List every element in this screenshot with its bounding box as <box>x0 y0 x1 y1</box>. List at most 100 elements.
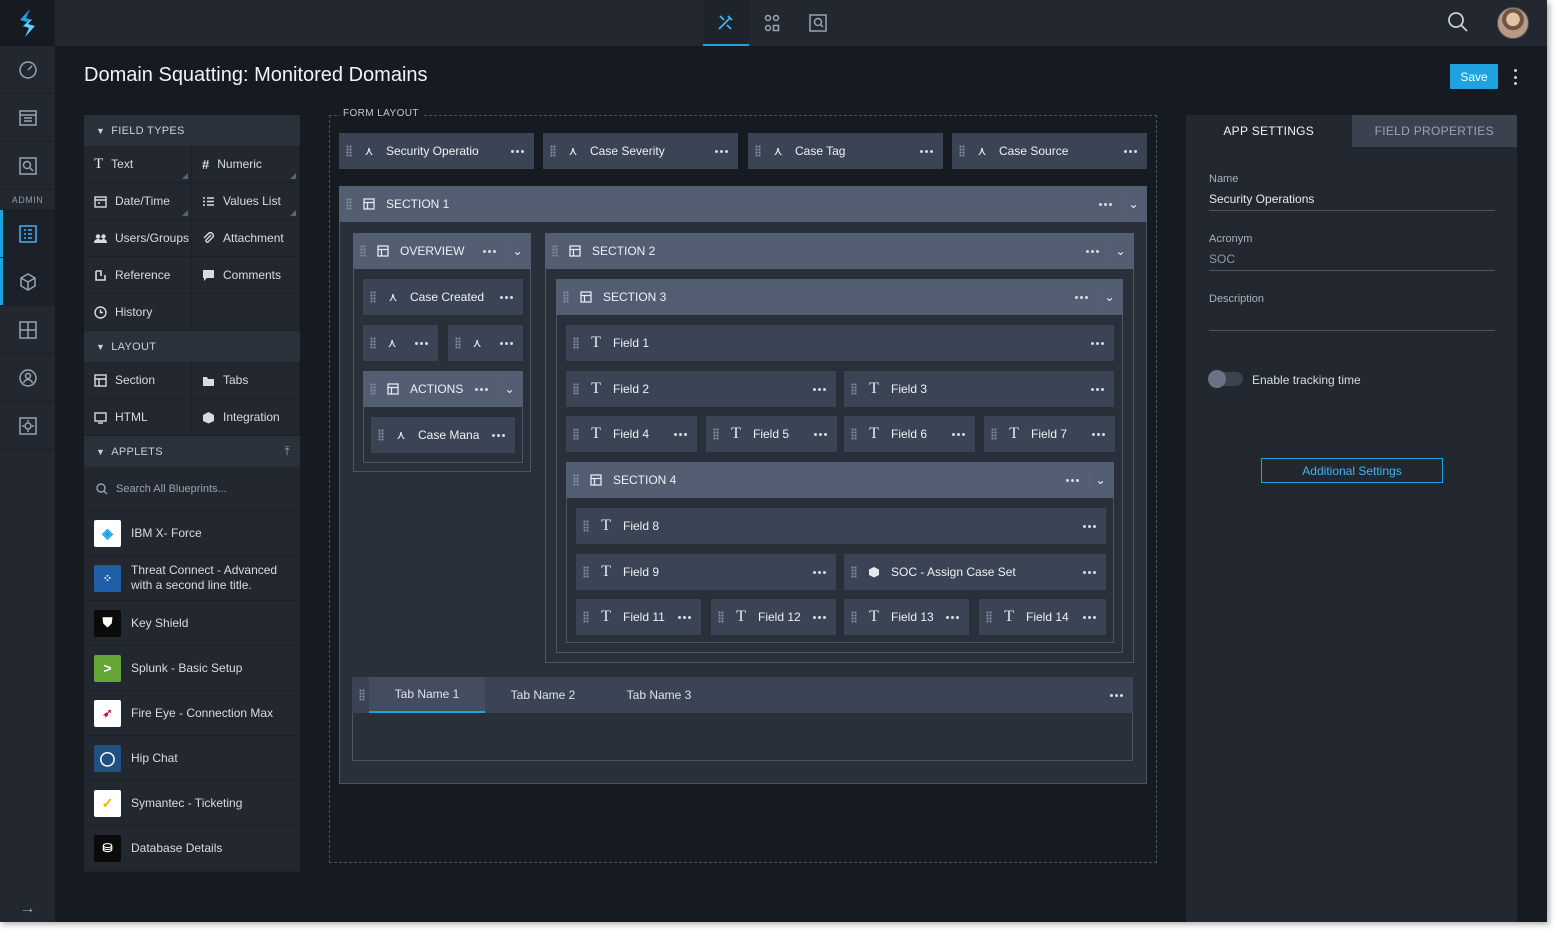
field-card[interactable]: ⋏ Case Tag <box>748 133 943 169</box>
collapse-top-icon[interactable]: ⤒ <box>284 444 290 459</box>
field-card[interactable]: ⋏ <box>448 325 523 361</box>
field-card[interactable]: T Field 12 <box>711 599 836 635</box>
more-icon[interactable] <box>468 387 494 391</box>
more-icon[interactable] <box>939 615 965 619</box>
acronym-field[interactable]: Acronym SOC <box>1209 233 1495 271</box>
more-icon[interactable] <box>485 433 511 437</box>
tab-name-1[interactable]: Tab Name 1 <box>369 677 485 713</box>
palette-attachment[interactable]: Attachment <box>192 220 300 257</box>
field-card[interactable]: T Field 4 <box>566 416 697 452</box>
more-icon[interactable] <box>1084 387 1110 391</box>
more-icon[interactable] <box>945 432 971 436</box>
more-icon[interactable] <box>807 432 833 436</box>
more-icon[interactable] <box>1092 202 1118 206</box>
additional-settings-button[interactable]: Additional Settings <box>1261 458 1443 483</box>
field-card[interactable]: ⋏ Case Source <box>952 133 1147 169</box>
chevron-down-icon[interactable]: ⌄ <box>498 379 520 399</box>
more-icon[interactable] <box>1068 295 1094 299</box>
more-options-icon[interactable] <box>1508 66 1522 88</box>
more-icon[interactable] <box>806 387 832 391</box>
field-card[interactable]: T Field 5 <box>706 416 837 452</box>
chevron-down-icon[interactable]: ⌄ <box>1109 241 1131 261</box>
applet-item[interactable]: ➶ Fire Eye - Connection Max <box>84 691 300 736</box>
name-value[interactable]: Security Operations <box>1209 192 1495 210</box>
field-card[interactable]: T Field 9 <box>576 554 836 590</box>
more-icon[interactable] <box>667 432 693 436</box>
field-card[interactable]: SOC - Assign Case Set <box>844 554 1106 590</box>
section-2-header[interactable]: SECTION 2 ⌄ <box>545 233 1134 269</box>
palette-reference[interactable]: Reference <box>84 257 192 294</box>
palette-html[interactable]: HTML <box>84 399 192 436</box>
section-3-header[interactable]: SECTION 3 ⌄ <box>556 279 1123 315</box>
form-builder-icon[interactable] <box>0 210 55 258</box>
applet-item[interactable]: ⁘ Threat Connect - Advanced with a second… <box>84 556 300 601</box>
more-icon[interactable] <box>493 295 519 299</box>
drag-handle-icon[interactable] <box>355 689 369 701</box>
field-card[interactable]: ⋏ <box>363 325 438 361</box>
more-icon[interactable] <box>476 249 502 253</box>
overview-header[interactable]: OVERVIEW ⌄ <box>353 233 531 269</box>
chevron-down-icon[interactable]: ⌄ <box>1089 470 1111 490</box>
section-4-header[interactable]: SECTION 4 ⌄ <box>566 462 1114 498</box>
more-icon[interactable] <box>1079 249 1105 253</box>
name-field[interactable]: Name Security Operations <box>1209 173 1495 211</box>
field-card[interactable]: T Field 3 <box>844 371 1114 407</box>
field-card[interactable]: ⋏ Case Severity <box>543 133 738 169</box>
settings-icon[interactable] <box>0 402 55 450</box>
applet-item[interactable]: ◈ IBM X- Force <box>84 511 300 556</box>
palette-history[interactable]: History <box>84 294 192 331</box>
field-card[interactable]: T Field 7 <box>984 416 1115 452</box>
field-card[interactable]: T Field 11 <box>576 599 701 635</box>
blueprint-search[interactable]: Search All Blueprints... <box>84 467 300 511</box>
palette-comments[interactable]: Comments <box>192 257 300 294</box>
more-icon[interactable] <box>806 570 832 574</box>
more-icon[interactable] <box>1084 341 1110 345</box>
dashboard-icon[interactable] <box>0 46 55 94</box>
more-icon[interactable] <box>1085 432 1111 436</box>
field-card[interactable]: T Field 8 <box>576 508 1106 544</box>
field-card[interactable]: ⋏ Security Operatio <box>339 133 534 169</box>
palette-numeric[interactable]: # Numeric <box>192 146 300 183</box>
applets-header[interactable]: ▼ APPLETS ⤒ <box>84 436 300 467</box>
field-card[interactable]: T Field 14 <box>979 599 1106 635</box>
palette-tabs[interactable]: Tabs <box>192 362 300 399</box>
field-types-header[interactable]: ▼ FIELD TYPES <box>84 115 300 146</box>
integrations-icon[interactable] <box>0 258 55 306</box>
palette-datetime[interactable]: Date/Time <box>84 183 192 220</box>
applet-item[interactable]: ⛊ Key Shield <box>84 601 300 646</box>
layout-header[interactable]: ▼ LAYOUT <box>84 331 300 362</box>
more-icon[interactable] <box>1076 615 1102 619</box>
more-icon[interactable] <box>671 615 697 619</box>
users-icon[interactable] <box>0 354 55 402</box>
applet-item[interactable]: ⛁ Database Details <box>84 826 300 871</box>
field-card[interactable]: T Field 1 <box>566 325 1114 361</box>
more-icon[interactable] <box>494 341 519 345</box>
more-icon[interactable] <box>1059 478 1085 482</box>
more-icon[interactable] <box>806 615 832 619</box>
acronym-value[interactable]: SOC <box>1209 252 1495 270</box>
description-field[interactable]: Description <box>1209 293 1495 331</box>
tracking-time-toggle[interactable] <box>1208 370 1243 388</box>
more-icon[interactable] <box>1103 693 1129 697</box>
search-report-icon[interactable] <box>0 142 55 190</box>
report-icon[interactable] <box>795 0 841 46</box>
save-button[interactable]: Save <box>1450 64 1498 89</box>
more-icon[interactable] <box>504 149 530 153</box>
more-icon[interactable] <box>1117 149 1143 153</box>
workflow-icon[interactable] <box>749 0 795 46</box>
actions-header[interactable]: ACTIONS ⌄ <box>363 371 523 407</box>
tab-field-properties[interactable]: FIELD PROPERTIES <box>1351 115 1517 147</box>
palette-values-list[interactable]: Values List <box>192 183 300 220</box>
more-icon[interactable] <box>708 149 734 153</box>
search-icon[interactable] <box>1447 11 1469 36</box>
chevron-down-icon[interactable]: ⌄ <box>1098 287 1120 307</box>
tab-app-settings[interactable]: APP SETTINGS <box>1186 115 1352 147</box>
palette-users-groups[interactable]: Users/Groups <box>84 220 192 257</box>
tab-name-3[interactable]: Tab Name 3 <box>601 677 717 713</box>
palette-section[interactable]: Section <box>84 362 192 399</box>
more-icon[interactable] <box>1076 570 1102 574</box>
field-card[interactable]: ⋏ Case Mana <box>371 417 515 453</box>
tab-name-2[interactable]: Tab Name 2 <box>485 677 601 713</box>
designer-icon[interactable] <box>703 0 749 46</box>
field-card[interactable]: ⋏ Case Created <box>363 279 523 315</box>
